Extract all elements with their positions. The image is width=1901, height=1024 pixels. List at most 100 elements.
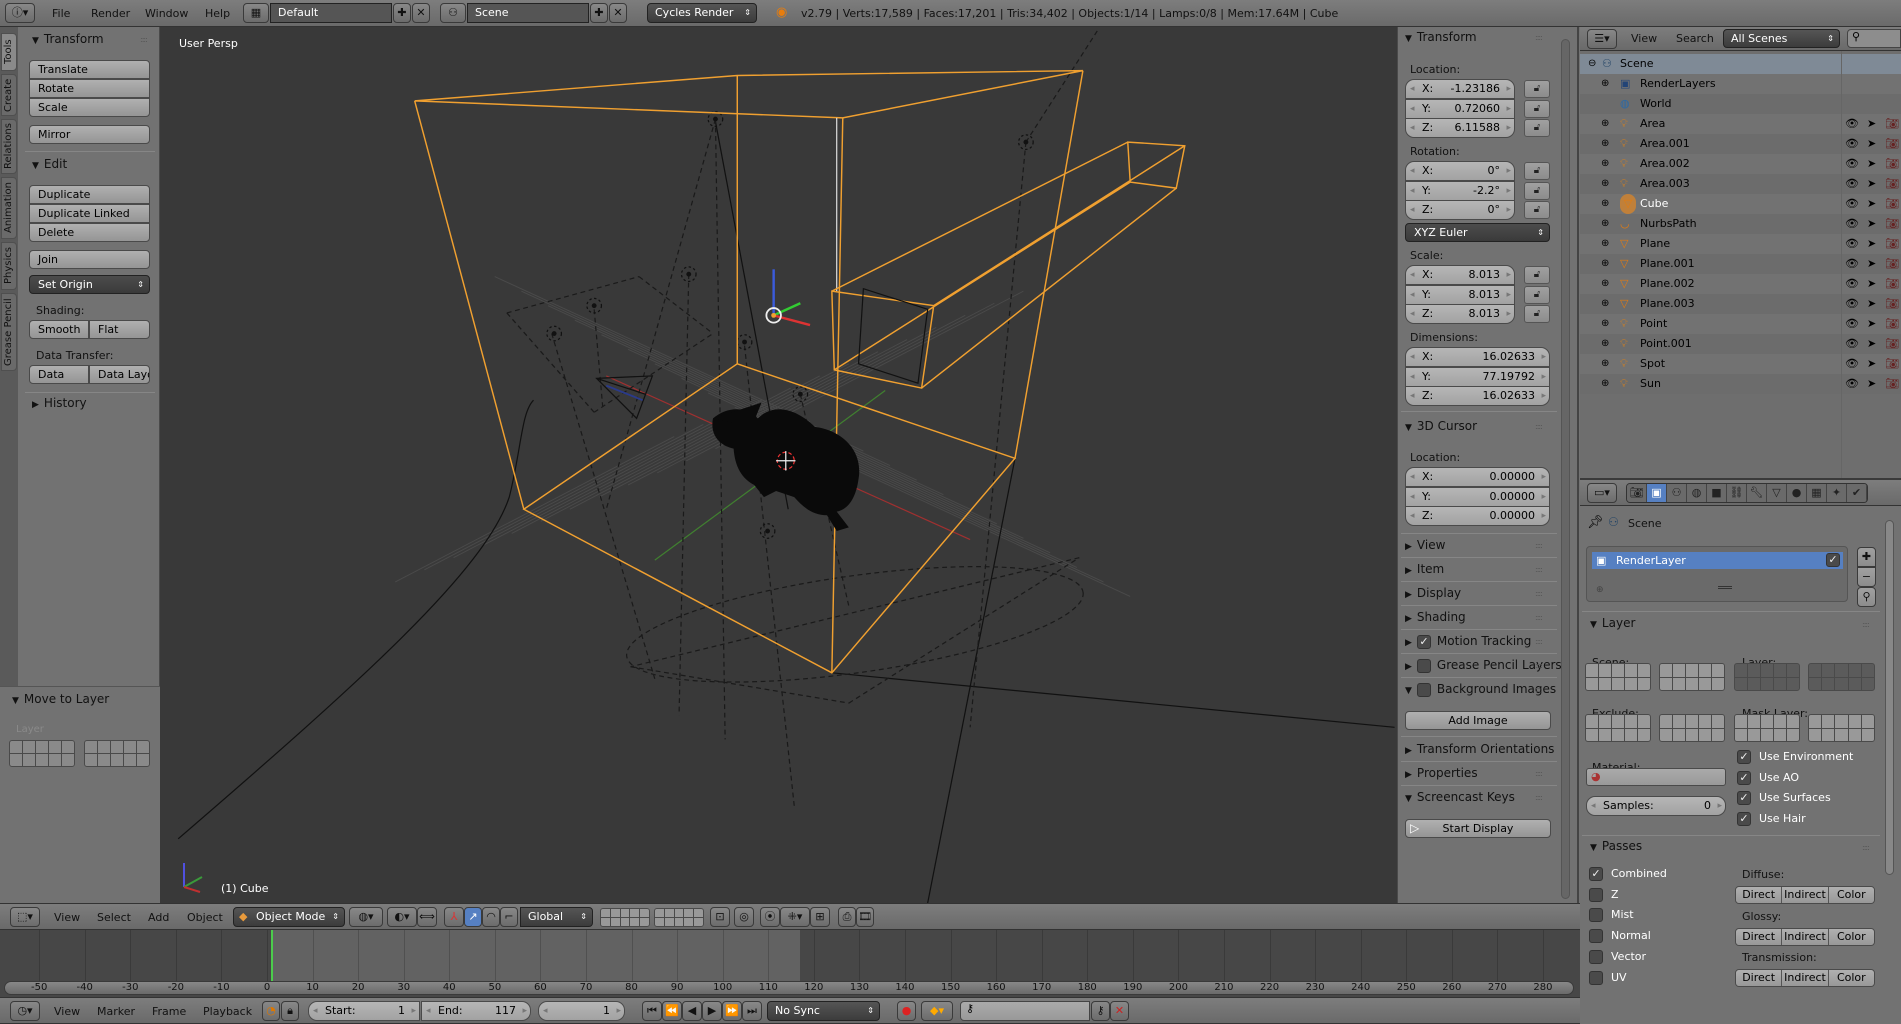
layer-toggle[interactable] xyxy=(1660,728,1672,741)
properties-panel-header[interactable]: ▶ Properties xyxy=(1405,766,1478,780)
layer-toggle[interactable] xyxy=(10,741,22,753)
outliner-item-name[interactable]: NurbsPath xyxy=(1640,214,1697,234)
render-layer-grid-1[interactable] xyxy=(1734,663,1800,691)
layer-toggle[interactable] xyxy=(630,909,640,917)
layer-toggle[interactable] xyxy=(655,909,664,917)
layer-toggle[interactable] xyxy=(1748,715,1760,728)
layer-toggle[interactable] xyxy=(124,754,136,766)
render-tab-icon[interactable]: 📷︎ xyxy=(1627,484,1647,502)
scene-field[interactable]: Scene xyxy=(467,3,589,23)
drag-grip-icon[interactable]: :::: xyxy=(1862,620,1893,629)
layer-toggle[interactable] xyxy=(1787,728,1799,741)
texture-tab-icon[interactable]: ▦ xyxy=(1807,484,1827,502)
indirect-pass-button[interactable]: Indirect xyxy=(1782,928,1829,945)
layer-toggle[interactable] xyxy=(36,741,48,753)
pass-checkbox[interactable]: Normal xyxy=(1589,929,1651,944)
opengl-render-animation-icon[interactable]: 🎞︎ xyxy=(856,907,874,927)
view3d-menu-view[interactable]: View xyxy=(54,911,80,924)
renderability-camera-icon[interactable]: 📷︎ xyxy=(1885,374,1899,394)
layer-toggle[interactable] xyxy=(1822,664,1835,677)
layer-toggle[interactable] xyxy=(1599,728,1611,741)
passes-panel-header[interactable]: ▼ Passes xyxy=(1590,839,1642,853)
layer-toggle[interactable] xyxy=(1848,677,1861,690)
expand-icon[interactable]: ⊕ xyxy=(1601,254,1609,274)
tools-history-header[interactable]: ▶ History xyxy=(32,396,87,410)
preview-range-icon[interactable]: ◔ xyxy=(262,1001,280,1021)
smooth-button[interactable]: Smooth xyxy=(29,320,89,339)
layer-toggle[interactable] xyxy=(111,741,123,753)
samples-field[interactable]: Samples:0 xyxy=(1586,796,1726,816)
material-override-field[interactable]: ◕ xyxy=(1586,768,1726,786)
transform-orientation-dropdown[interactable]: Global ⇕ xyxy=(520,907,593,927)
lock-icon[interactable]: 🔓︎ xyxy=(1524,80,1550,98)
outliner-row[interactable]: ⊕ ▽ Cube 👁︎ ➤ 📷︎ xyxy=(1580,194,1901,214)
visibility-eye-icon[interactable]: 👁︎ xyxy=(1845,314,1859,334)
layer-toggle[interactable] xyxy=(1586,728,1598,741)
layer-toggle[interactable] xyxy=(664,918,674,926)
world-tab-icon[interactable]: ◍ xyxy=(1687,484,1707,502)
start-frame-field[interactable]: Start:1 xyxy=(308,1001,420,1021)
layer-toggle[interactable] xyxy=(640,918,649,926)
lock-icon[interactable]: 🔓︎ xyxy=(1524,285,1550,304)
direct-pass-button[interactable]: Direct xyxy=(1736,928,1783,945)
renderability-camera-icon[interactable]: 📷︎ xyxy=(1885,194,1899,214)
renderability-camera-icon[interactable]: 📷︎ xyxy=(1885,174,1899,194)
layer-toggle[interactable] xyxy=(1712,677,1724,690)
visibility-eye-icon[interactable]: 👁︎ xyxy=(1845,134,1859,154)
cursor-location-y-field[interactable]: Y:0.00000 xyxy=(1405,486,1550,507)
view3d-menu-select[interactable]: Select xyxy=(97,911,131,924)
use-option-checkbox[interactable]: ✓ Use Surfaces xyxy=(1737,791,1831,806)
layer-toggle[interactable] xyxy=(137,754,149,766)
layer-toggle[interactable] xyxy=(1809,664,1822,677)
layer-toggle[interactable] xyxy=(1861,677,1874,690)
expand-icon[interactable]: ⊕ xyxy=(1601,194,1609,214)
rotation-x-field[interactable]: X:0° xyxy=(1405,161,1515,181)
info-editor-type-button[interactable]: ⓘ▾ xyxy=(5,3,35,23)
layer-toggle[interactable] xyxy=(694,918,703,926)
selectability-cursor-icon[interactable]: ➤ xyxy=(1867,274,1876,294)
delete-screen-button[interactable]: ✕ xyxy=(412,3,430,23)
item-panel-header[interactable]: ▶ Item xyxy=(1405,562,1444,576)
remove-render-layer-button[interactable]: − xyxy=(1857,567,1876,587)
layer-toggle[interactable] xyxy=(23,741,35,753)
timeline-menu-marker[interactable]: Marker xyxy=(97,1005,135,1018)
layer-toggle[interactable] xyxy=(1835,664,1848,677)
display-panel-header[interactable]: ▶ Display xyxy=(1405,586,1461,600)
layer-toggle[interactable] xyxy=(1686,715,1698,728)
view3d-editor-type-button[interactable]: ⬚▾ xyxy=(10,907,40,927)
checkbox[interactable] xyxy=(1589,887,1603,902)
lock-icon[interactable]: 🔓︎ xyxy=(1524,181,1550,200)
outliner-row[interactable]: ⊕ 💡︎ Area 👁︎ ➤ 📷︎ xyxy=(1580,114,1901,134)
selectability-cursor-icon[interactable]: ➤ xyxy=(1867,334,1876,354)
layer-toggle[interactable] xyxy=(98,741,110,753)
checkbox[interactable] xyxy=(1589,949,1603,964)
selectability-cursor-icon[interactable]: ➤ xyxy=(1867,354,1876,374)
layer-toggle[interactable] xyxy=(1861,728,1874,741)
scale-x-field[interactable]: X:8.013 xyxy=(1405,265,1515,285)
layer-toggle[interactable] xyxy=(1787,715,1799,728)
lock-icon[interactable]: 🔓︎ xyxy=(1524,305,1550,323)
layer-toggle[interactable] xyxy=(1835,715,1848,728)
tools-edit-header[interactable]: ▼ Edit xyxy=(32,157,67,171)
layer-toggle[interactable] xyxy=(1735,715,1747,728)
layer-toggle[interactable] xyxy=(1686,677,1698,690)
lock-icon[interactable]: 🔓︎ xyxy=(1524,266,1550,284)
play-button[interactable]: ▶ xyxy=(702,1001,722,1021)
rotation-z-field[interactable]: Z:0° xyxy=(1405,200,1515,220)
screen-layout-field[interactable]: Default xyxy=(270,3,392,23)
outliner-item-name[interactable]: Plane.003 xyxy=(1640,294,1695,314)
selectability-cursor-icon[interactable]: ➤ xyxy=(1867,234,1876,254)
layer-toggle[interactable] xyxy=(1673,715,1685,728)
layer-toggle[interactable] xyxy=(1774,715,1786,728)
outliner-row[interactable]: ⊕ 💡︎ Area.001 👁︎ ➤ 📷︎ xyxy=(1580,134,1901,154)
pass-checkbox[interactable]: UV xyxy=(1589,970,1627,985)
layer-toggle[interactable] xyxy=(62,754,74,766)
layer-toggle[interactable] xyxy=(1673,664,1685,677)
layer-toggle[interactable] xyxy=(1748,677,1760,690)
layer-toggle[interactable] xyxy=(1586,664,1598,677)
outliner-row[interactable]: ⊕ 💡︎ Point.001 👁︎ ➤ 📷︎ xyxy=(1580,334,1901,354)
direct-pass-button[interactable]: Direct xyxy=(1736,970,1783,986)
list-filter-icon[interactable]: ⊕ xyxy=(1596,585,1604,595)
color-pass-button[interactable]: Color xyxy=(1828,928,1874,945)
layer-toggle[interactable] xyxy=(1735,664,1747,677)
